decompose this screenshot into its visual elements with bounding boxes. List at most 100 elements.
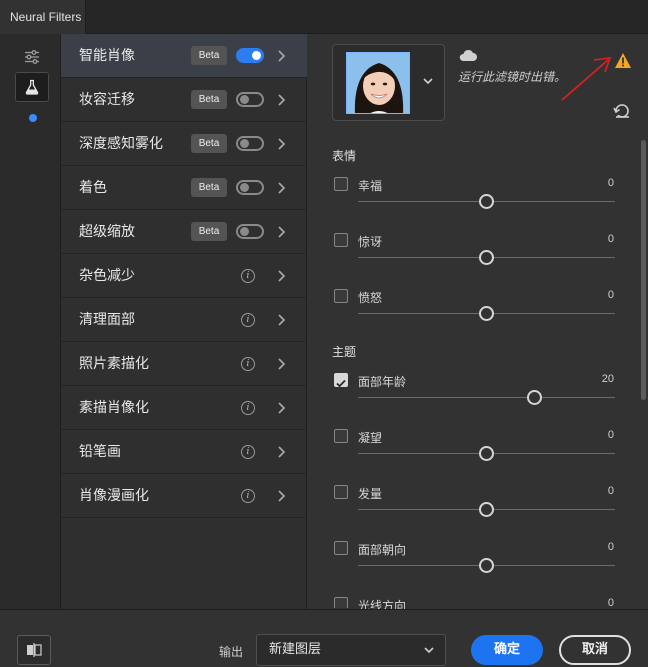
chevron-right-icon[interactable]: [274, 443, 288, 461]
beta-badge: Beta: [191, 178, 227, 197]
face-thumbnail: [346, 52, 410, 114]
info-icon[interactable]: i: [241, 357, 255, 371]
filter-toggle[interactable]: [236, 48, 264, 63]
chevron-right-icon[interactable]: [274, 179, 288, 197]
slider-value: 0: [607, 429, 614, 441]
chevron-down-icon[interactable]: [421, 75, 435, 87]
reset-icon[interactable]: [613, 102, 631, 120]
info-icon[interactable]: i: [241, 313, 255, 327]
tool-column: [0, 34, 61, 609]
tab-neural-filters[interactable]: Neural Filters: [0, 0, 86, 34]
beta-badge: Beta: [191, 134, 227, 153]
filter-label: 深度感知雾化: [79, 136, 163, 152]
cloud-icon: [459, 49, 477, 61]
chevron-right-icon[interactable]: [274, 355, 288, 373]
filter-label: 素描肖像化: [79, 400, 149, 416]
slider-handle[interactable]: [478, 502, 494, 517]
filter-label: 铅笔画: [79, 444, 121, 460]
filter-row-makeup-transfer[interactable]: 妆容迁移 Beta: [61, 78, 307, 122]
checkbox-facial-age[interactable]: [334, 373, 348, 388]
section-expression: 表情: [332, 149, 357, 163]
tab-bar: Neural Filters: [0, 0, 648, 34]
filter-label: 清理面部: [79, 312, 135, 328]
info-icon[interactable]: i: [241, 269, 255, 283]
filter-row-pencil-artwork[interactable]: 铅笔画 i: [61, 430, 307, 474]
filter-row-noise-reduction[interactable]: 杂色减少 i: [61, 254, 307, 298]
face-selector[interactable]: [332, 44, 445, 121]
filter-toggle[interactable]: [236, 92, 264, 107]
slider-handle[interactable]: [478, 558, 494, 573]
filter-row-smart-portrait[interactable]: 智能肖像 Beta: [61, 34, 307, 78]
filter-row-depth-blur[interactable]: 深度感知雾化 Beta: [61, 122, 307, 166]
slider-value: 0: [607, 233, 614, 245]
settings-scrollbar[interactable]: [641, 140, 646, 400]
chevron-right-icon[interactable]: [274, 91, 288, 109]
checkbox-happiness[interactable]: [334, 177, 348, 191]
filter-row-super-zoom[interactable]: 超级缩放 Beta: [61, 210, 307, 254]
filter-label: 妆容迁移: [79, 92, 135, 108]
dialog-footer: 输出 新建图层 确定 取消: [0, 609, 648, 667]
slider-handle[interactable]: [478, 250, 494, 265]
info-icon[interactable]: i: [241, 489, 255, 503]
checkbox-head-direction[interactable]: [334, 541, 348, 555]
slider-handle[interactable]: [478, 446, 494, 461]
preview-toggle-button[interactable]: [17, 635, 51, 665]
checkbox-anger[interactable]: [334, 289, 348, 303]
filter-label: 照片素描化: [79, 356, 149, 372]
chevron-right-icon[interactable]: [274, 311, 288, 329]
chevron-right-icon[interactable]: [274, 267, 288, 285]
slider-value: 0: [607, 485, 614, 497]
filter-row-skin-smoothing[interactable]: 清理面部 i: [61, 298, 307, 342]
sliders-icon: [25, 50, 39, 64]
slider-label: 发量: [358, 487, 383, 501]
beta-filters-tool[interactable]: [15, 72, 49, 102]
filter-toggle[interactable]: [236, 180, 264, 195]
output-label: 输出: [219, 645, 244, 659]
info-icon[interactable]: i: [241, 401, 255, 415]
chevron-right-icon[interactable]: [274, 399, 288, 417]
filter-row-photo-to-sketch[interactable]: 照片素描化 i: [61, 342, 307, 386]
error-message: 运行此滤镜时出错。: [458, 70, 567, 84]
beta-badge: Beta: [191, 222, 227, 241]
filter-row-sketch-to-portrait[interactable]: 素描肖像化 i: [61, 386, 307, 430]
filter-settings-panel: 运行此滤镜时出错。 表情 幸福 0 惊讶 0 愤怒 0 主题 面部年龄 20 凝…: [308, 34, 648, 609]
checkbox-gaze[interactable]: [334, 429, 348, 443]
filter-toggle[interactable]: [236, 224, 264, 239]
flask-icon: [25, 79, 39, 95]
warning-icon[interactable]: [614, 52, 632, 69]
filter-row-colorize[interactable]: 着色 Beta: [61, 166, 307, 210]
filter-row-portrait-caricature[interactable]: 肖像漫画化 i: [61, 474, 307, 518]
cancel-button[interactable]: 取消: [559, 635, 631, 665]
checkbox-light-direction[interactable]: [334, 597, 348, 608]
filter-list: 智能肖像 Beta 妆容迁移 Beta 深度感知雾化 Beta 着色 Beta …: [61, 34, 307, 609]
chevron-right-icon[interactable]: [274, 223, 288, 241]
slider-track[interactable]: [358, 397, 615, 398]
slider-label: 幸福: [358, 179, 383, 193]
info-icon[interactable]: i: [241, 445, 255, 459]
output-select[interactable]: 新建图层: [256, 634, 446, 666]
slider-handle[interactable]: [527, 390, 543, 405]
split-view-icon: [27, 643, 42, 657]
portrait-image: [347, 53, 409, 113]
slider-value: 0: [607, 597, 614, 609]
beta-badge: Beta: [191, 90, 227, 109]
slider-value: 0: [607, 289, 614, 301]
chevron-right-icon[interactable]: [274, 47, 288, 65]
slider-label: 面部朝向: [358, 543, 407, 557]
checkbox-surprise[interactable]: [334, 233, 348, 247]
chevron-right-icon[interactable]: [274, 487, 288, 505]
all-filters-tool[interactable]: [15, 42, 49, 72]
section-theme: 主题: [332, 345, 357, 359]
filter-label: 超级缩放: [79, 224, 135, 240]
checkbox-hair-thickness[interactable]: [334, 485, 348, 499]
filter-toggle[interactable]: [236, 136, 264, 151]
slider-handle[interactable]: [478, 306, 494, 321]
active-indicator-dot: [29, 114, 37, 122]
slider-value: 0: [607, 541, 614, 553]
filter-label: 肖像漫画化: [79, 488, 149, 504]
ok-button[interactable]: 确定: [471, 635, 543, 665]
slider-value: 0: [607, 177, 614, 189]
chevron-right-icon[interactable]: [274, 135, 288, 153]
output-select-value: 新建图层: [269, 642, 322, 657]
slider-handle[interactable]: [478, 194, 494, 209]
